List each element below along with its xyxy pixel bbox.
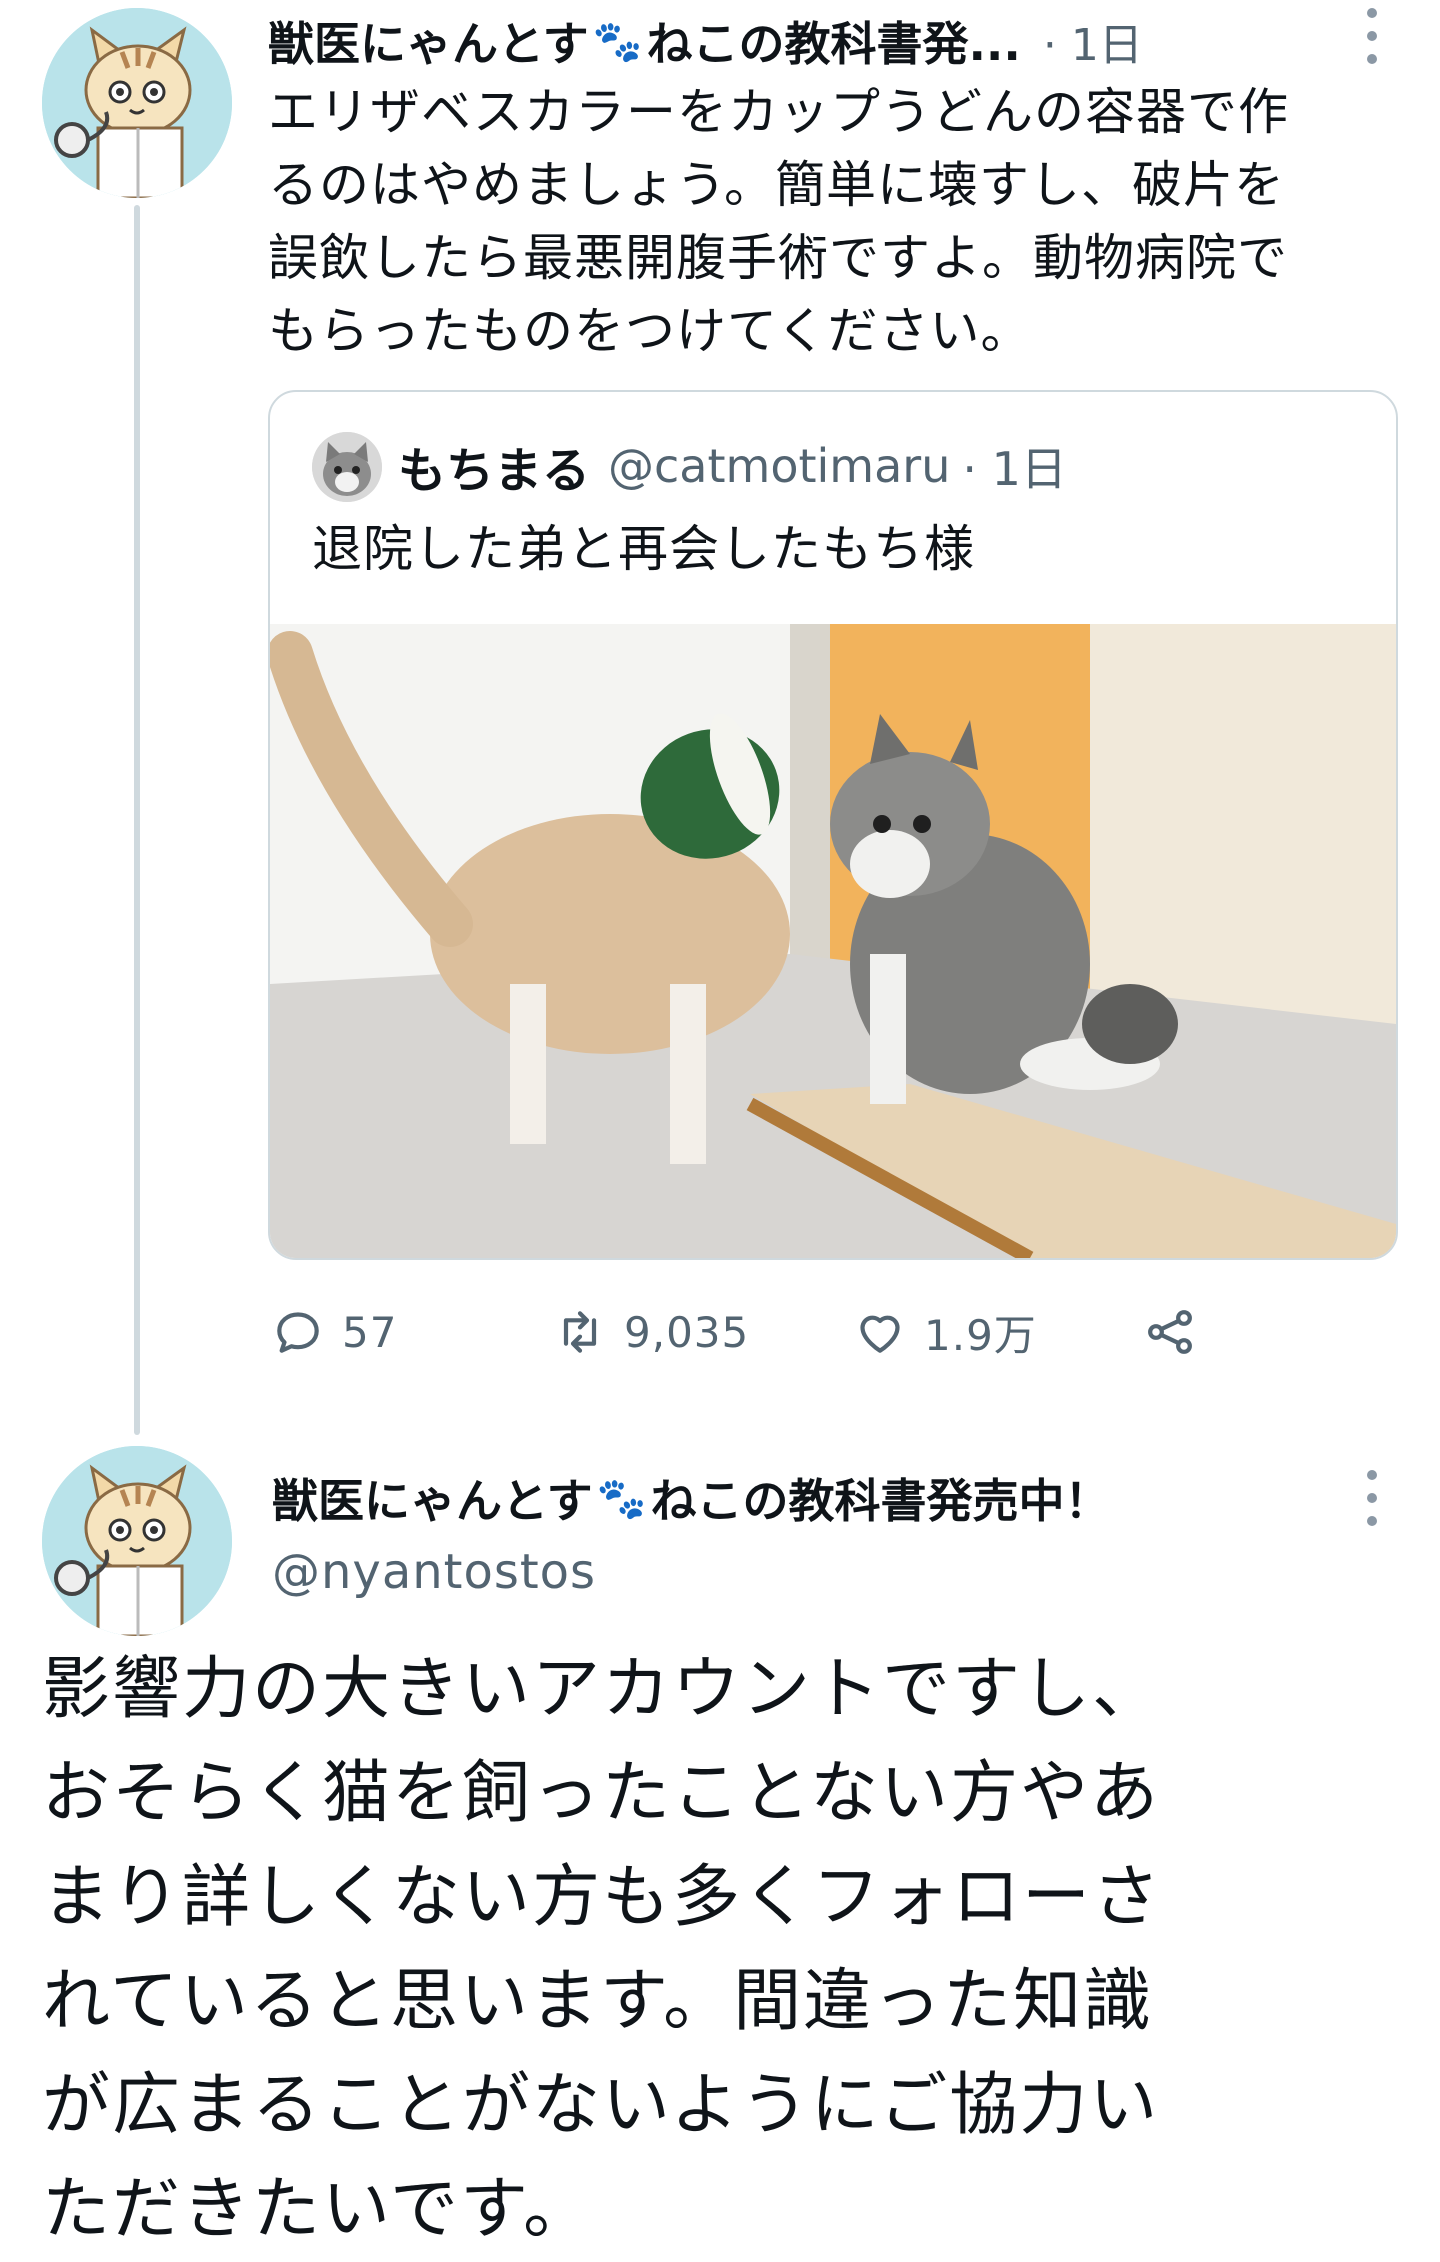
reply-icon <box>268 1302 328 1362</box>
cat-doctor-avatar-illustration <box>42 1446 232 1636</box>
thread-connector-line <box>134 205 140 1435</box>
paw-emoji: 🐾 <box>592 18 643 65</box>
quoted-tweet-timestamp[interactable]: · 1日 <box>962 433 1067 499</box>
quoted-tweet-header: もちまる @catmotimaru · 1日 <box>398 428 1067 504</box>
quoted-author-avatar <box>312 432 382 502</box>
author-avatar[interactable] <box>42 1446 232 1636</box>
retweet-icon <box>550 1302 610 1362</box>
quoted-author-handle[interactable]: @catmotimaru <box>608 439 950 493</box>
quoted-tweet-card[interactable]: もちまる @catmotimaru · 1日 退院した弟と再会したもち様 <box>268 390 1398 1260</box>
tweet-body: エリザベスカラーをカップうどんの容器で作 るのはやめましょう。簡単に壊すし、破片… <box>268 83 1289 360</box>
like-button[interactable]: 1.9万 <box>850 1296 1037 1368</box>
retweet-count: 9,035 <box>624 1307 750 1357</box>
tweet2-author-name-row: 獣医にゃんとす 🐾 ねこの教科書発売中！ <box>272 1460 1110 1536</box>
tweet-timestamp[interactable]: · 1日 <box>1043 9 1143 73</box>
reply-count: 57 <box>342 1307 398 1357</box>
tweet-body: 影響力の大きいアカウントですし、 おそらく猫を飼ったことない方やあ まり詳しくな… <box>42 1650 1163 2249</box>
author-name-suffix[interactable]: ねこの教科書発売中！ <box>650 1465 1110 1531</box>
quoted-author-name[interactable]: もちまる <box>398 431 590 501</box>
quoted-tweet-body: 退院した弟と再会したもち様 <box>312 520 975 578</box>
cat-doctor-avatar-illustration <box>42 8 232 198</box>
share-button[interactable] <box>1140 1296 1200 1368</box>
author-avatar[interactable] <box>42 8 232 198</box>
tweet-header: 獣医にゃんとす 🐾 ねこの教科書発... · 1日 <box>268 6 1388 76</box>
paw-emoji: 🐾 <box>596 1475 647 1522</box>
author-name[interactable]: 獣医にゃんとす <box>272 1465 593 1531</box>
heart-icon <box>850 1302 910 1362</box>
tweet-actions: 57 9,035 1.9万 <box>268 1296 1268 1368</box>
author-handle[interactable]: @nyantostos <box>272 1544 596 1600</box>
more-vertical-icon[interactable] <box>1362 8 1382 64</box>
author-name[interactable]: 獣医にゃんとす <box>268 8 589 74</box>
more-vertical-icon[interactable] <box>1362 1470 1382 1526</box>
quoted-tweet-photo[interactable] <box>270 624 1396 1258</box>
like-count: 1.9万 <box>924 1310 1037 1360</box>
retweet-button[interactable]: 9,035 <box>550 1296 749 1368</box>
author-name-suffix[interactable]: ねこの教科書発... <box>646 8 1020 74</box>
share-icon <box>1140 1302 1200 1362</box>
reply-button[interactable]: 57 <box>268 1296 397 1368</box>
